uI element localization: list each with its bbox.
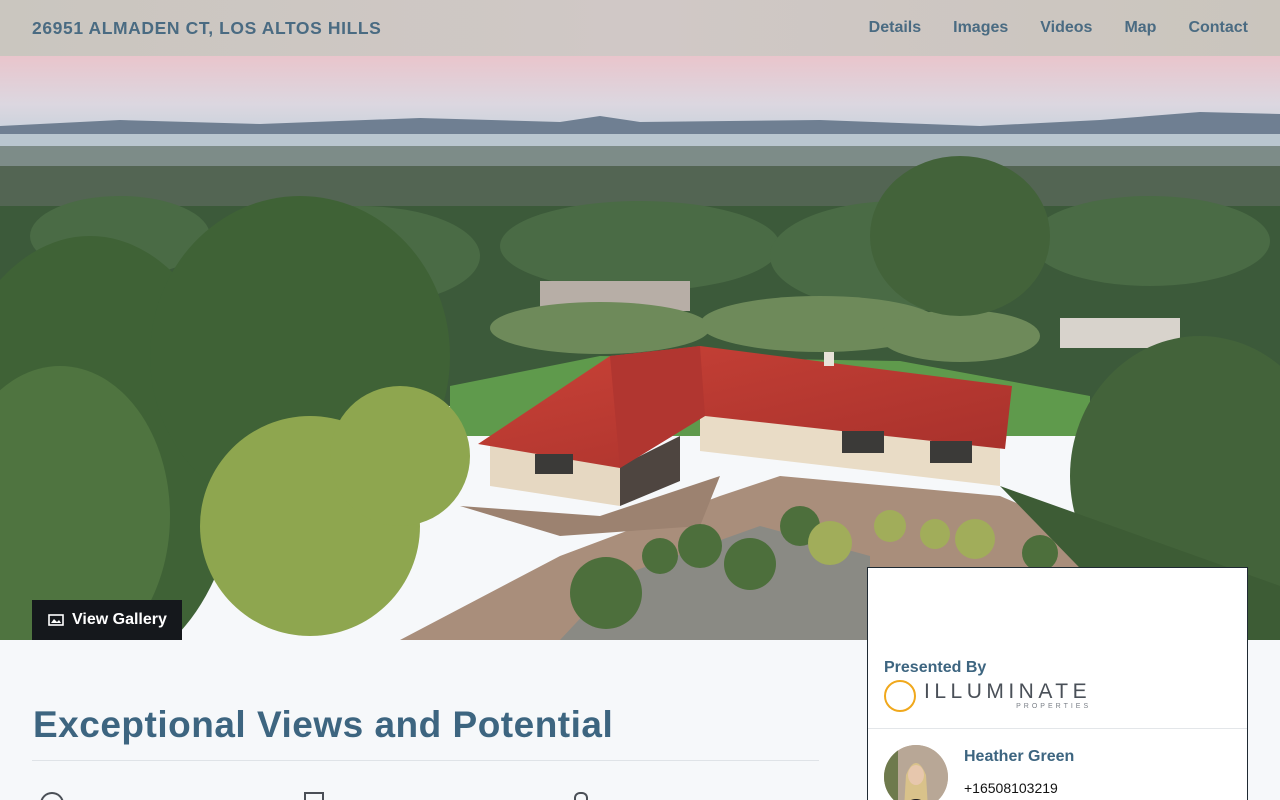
nav-images[interactable]: Images	[953, 19, 1008, 37]
image-icon	[48, 614, 64, 626]
nav-videos[interactable]: Videos	[1040, 19, 1092, 37]
agent-name[interactable]: Heather Green	[964, 748, 1074, 766]
view-gallery-label: View Gallery	[72, 611, 167, 628]
brokerage-logo[interactable]: ILLUMINATE PROPERTIES	[884, 680, 1091, 712]
bed-icon	[40, 792, 64, 800]
hero-photo[interactable]	[0, 56, 1280, 640]
agent-card: Presented By ILLUMINATE PROPERTIES Heath…	[867, 567, 1248, 800]
area-icon	[574, 792, 588, 800]
divider	[32, 760, 819, 761]
view-gallery-button[interactable]: View Gallery	[32, 600, 182, 640]
agent-portrait	[884, 745, 948, 800]
brand-sub: PROPERTIES	[1016, 702, 1092, 710]
presented-by-label: Presented By	[884, 659, 987, 676]
agent-phone[interactable]: +16508103219	[964, 780, 1058, 796]
bath-icon	[304, 792, 324, 800]
aerial-house-photo	[0, 56, 1280, 640]
nav-details[interactable]: Details	[869, 19, 921, 37]
nav-map[interactable]: Map	[1124, 19, 1156, 37]
listing-title: Exceptional Views and Potential	[33, 704, 614, 745]
main-nav: Details Images Videos Map Contact	[837, 19, 1248, 37]
site-header: 26951 ALMADEN CT, LOS ALTOS HILLS Detail…	[0, 0, 1280, 56]
brand-name: ILLUMINATE	[924, 679, 1092, 703]
nav-contact[interactable]: Contact	[1188, 19, 1248, 37]
logo-ring-icon	[884, 680, 916, 712]
card-divider	[868, 728, 1247, 729]
agent-avatar	[884, 745, 948, 800]
property-address[interactable]: 26951 ALMADEN CT, LOS ALTOS HILLS	[32, 18, 381, 39]
